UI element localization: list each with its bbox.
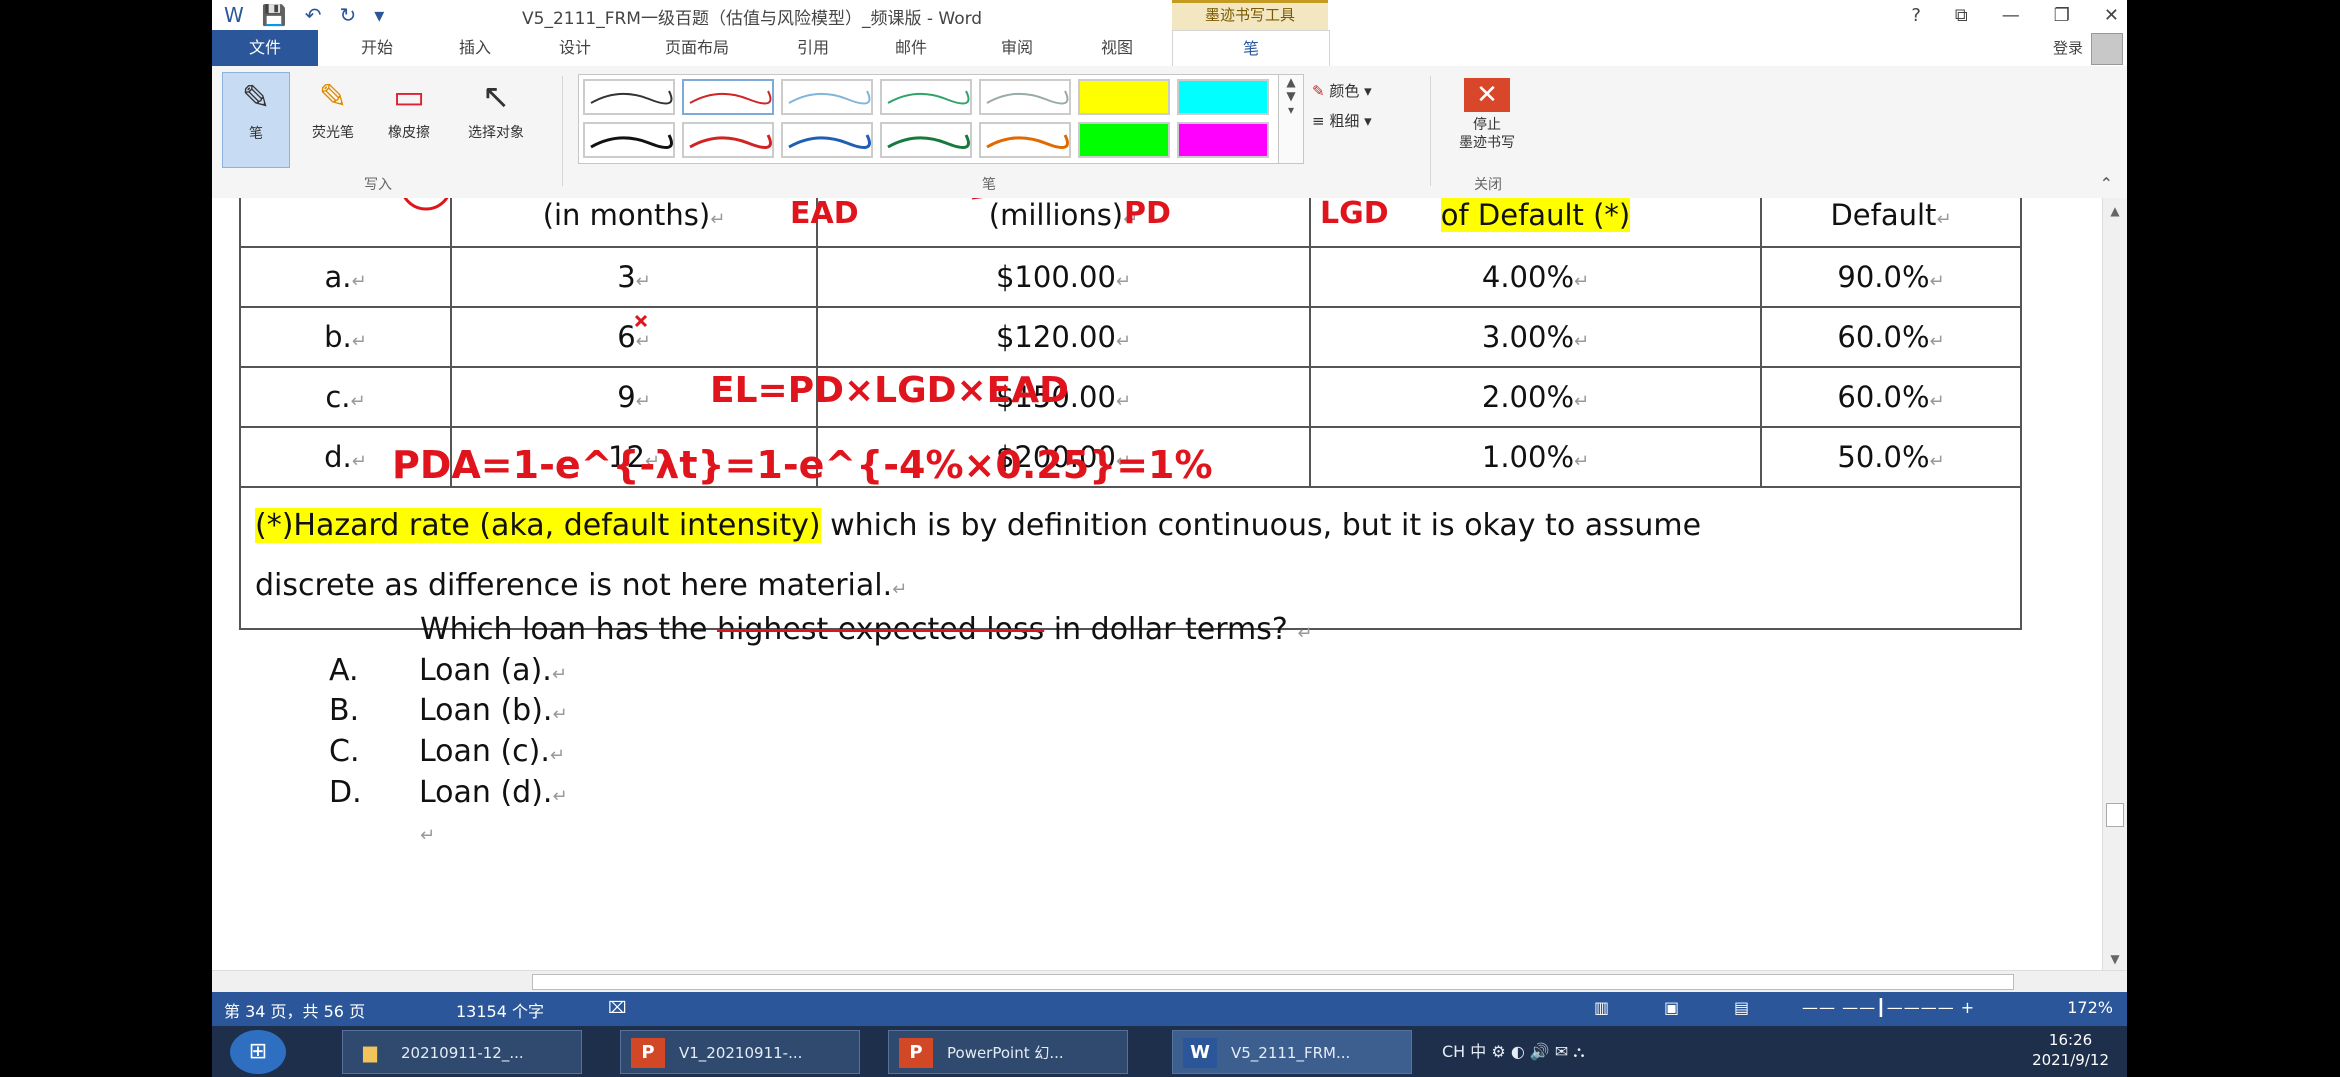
eraser-button[interactable]: ▭ 橡皮擦 <box>374 72 444 166</box>
system-tray: CH 中 ⚙ ◐ 🔊 ✉ ⛬ <box>1442 1026 1585 1077</box>
ribbon: ✎ 笔 ✎ 荧光笔 ▭ 橡皮擦 ↖ 选择对象 写入 ▲ ▼ ▾ 笔 ✎ 颜色 ▾… <box>212 66 2127 199</box>
collapse-ribbon-icon[interactable]: ⌃ <box>2100 174 2113 193</box>
status-bar: 第 34 页，共 56 页 13154 个字 ⌧ ▥ ▣ ▤ —— ——┃———… <box>212 992 2127 1026</box>
ink-strokes <box>403 198 984 328</box>
document-page[interactable]: (in months)↵ (millions)↵ of Default (*) … <box>212 198 2103 970</box>
scroll-thumb[interactable] <box>2106 803 2124 827</box>
page-count[interactable]: 第 34 页，共 56 页 <box>224 998 365 1022</box>
group-label-close: 关闭 <box>1474 177 1502 193</box>
save-icon[interactable]: 💾 <box>262 3 287 27</box>
context-tab-ink-tools: 墨迹书写工具 <box>1172 0 1328 30</box>
highlighter-button[interactable]: ✎ 荧光笔 <box>298 72 368 166</box>
taskbar-item-powerpoint-file[interactable]: P V1_20210911-... <box>620 1030 860 1074</box>
scroll-up-icon[interactable]: ▲ <box>2103 204 2127 218</box>
horizontal-scrollbar[interactable] <box>212 970 2127 993</box>
word-icon: W <box>1183 1038 1217 1068</box>
help-button[interactable]: ? <box>1911 5 1921 26</box>
proofing-icon[interactable]: ⌧ <box>608 998 626 1017</box>
folder-icon: ▆ <box>363 1042 377 1063</box>
cursor-icon: ↖ <box>481 77 511 117</box>
thickness-icon: ≡ <box>1312 112 1325 130</box>
login-link[interactable]: 登录 <box>2053 30 2083 66</box>
tab-view[interactable]: 视图 <box>1082 30 1152 66</box>
restore-button[interactable]: ❐ <box>2054 5 2070 26</box>
pen-swatches <box>583 79 1269 158</box>
zoom-slider[interactable]: —— ——┃———— + <box>1802 998 1975 1017</box>
customize-qat-icon[interactable]: ▾ <box>374 3 384 27</box>
word-count[interactable]: 13154 个字 <box>456 998 544 1022</box>
pen-button[interactable]: ✎ 笔 <box>222 72 290 168</box>
divider <box>1430 76 1431 186</box>
word-icon[interactable]: W <box>224 3 244 27</box>
ribbon-tabs: 文件 开始 插入 设计 页面布局 引用 邮件 审阅 视图 笔 登录 <box>212 30 2127 68</box>
select-objects-button[interactable]: ↖ 选择对象 <box>450 72 542 166</box>
tab-home[interactable]: 开始 <box>342 30 412 66</box>
redo-icon[interactable]: ↻ <box>339 3 356 27</box>
ink-circle <box>403 198 449 211</box>
document-title: V5_2111_FRM一级百题（估值与风险模型）_频课版 - Word <box>522 9 983 29</box>
scroll-down-icon[interactable]: ▼ <box>2103 952 2127 966</box>
ribbon-display-button[interactable]: ⧉ <box>1955 5 1968 26</box>
avatar[interactable] <box>2091 33 2123 65</box>
tab-review[interactable]: 审阅 <box>982 30 1052 66</box>
taskbar: ⊞ ▆ 20210911-12_... P V1_20210911-... P Pow… <box>212 1026 2127 1077</box>
taskbar-item-word[interactable]: W V5_2111_FRM... <box>1172 1030 1412 1074</box>
group-label-write: 写入 <box>364 177 392 193</box>
print-layout-icon[interactable]: ▣ <box>1664 998 1679 1017</box>
quick-access-toolbar: W 💾 ↶ ↻ ▾ <box>224 0 384 30</box>
scroll-thumb[interactable] <box>532 974 2014 990</box>
web-layout-icon[interactable]: ▤ <box>1734 998 1749 1017</box>
eraser-icon: ▭ <box>392 77 426 117</box>
color-dropdown[interactable]: ✎ 颜色 ▾ <box>1312 76 1372 106</box>
tab-page-layout[interactable]: 页面布局 <box>642 30 752 66</box>
thickness-dropdown[interactable]: ≡ 粗细 ▾ <box>1312 106 1372 136</box>
tray-icons[interactable]: ⚙ ◐ 🔊 ✉ ⛬ <box>1491 1042 1584 1061</box>
start-button[interactable]: ⊞ <box>230 1030 286 1074</box>
highlighter-icon: ✎ <box>318 77 348 117</box>
pen-gallery <box>578 74 1280 164</box>
close-icon: ✕ <box>1464 78 1510 112</box>
word-window: W 💾 ↶ ↻ ▾ V5_2111_FRM一级百题（估值与风险模型）_频课版 -… <box>212 0 2127 1077</box>
divider <box>562 76 563 186</box>
gallery-scroll-button[interactable]: ▲ ▼ ▾ <box>1278 74 1304 164</box>
close-button[interactable]: ✕ <box>2104 5 2119 26</box>
pen-icon: ✎ <box>241 78 271 118</box>
powerpoint-icon: P <box>899 1038 933 1068</box>
taskbar-item-folder[interactable]: ▆ 20210911-12_... <box>342 1030 582 1074</box>
read-mode-icon[interactable]: ▥ <box>1594 998 1609 1017</box>
clock[interactable]: 16:26 2021/9/12 <box>2032 1030 2109 1070</box>
tab-insert[interactable]: 插入 <box>440 30 510 66</box>
input-language[interactable]: CH 中 <box>1442 1042 1486 1061</box>
vertical-scrollbar[interactable]: ▲ ▼ <box>2102 198 2127 970</box>
pen-options: ✎ 颜色 ▾ ≡ 粗细 ▾ <box>1312 76 1372 136</box>
minimize-button[interactable]: — <box>2002 5 2020 26</box>
ink-mark <box>634 314 648 328</box>
undo-icon[interactable]: ↶ <box>305 3 322 27</box>
tab-design[interactable]: 设计 <box>540 30 610 66</box>
tab-pens[interactable]: 笔 <box>1172 30 1330 68</box>
tab-file[interactable]: 文件 <box>212 30 318 66</box>
tab-mailings[interactable]: 邮件 <box>876 30 946 66</box>
taskbar-item-powerpoint-show[interactable]: P PowerPoint 幻... <box>888 1030 1128 1074</box>
powerpoint-icon: P <box>631 1038 665 1068</box>
zoom-level[interactable]: 172% <box>2067 998 2113 1017</box>
window-controls: ? ⧉ — ❐ ✕ <box>1911 0 2119 30</box>
tab-references[interactable]: 引用 <box>778 30 848 66</box>
stop-inking-button[interactable]: ✕ 停止 墨迹书写 <box>1437 72 1537 170</box>
color-icon: ✎ <box>1312 82 1325 100</box>
title-bar: W 💾 ↶ ↻ ▾ V5_2111_FRM一级百题（估值与风险模型）_频课版 -… <box>212 0 2127 30</box>
group-label-pens: 笔 <box>982 177 996 193</box>
